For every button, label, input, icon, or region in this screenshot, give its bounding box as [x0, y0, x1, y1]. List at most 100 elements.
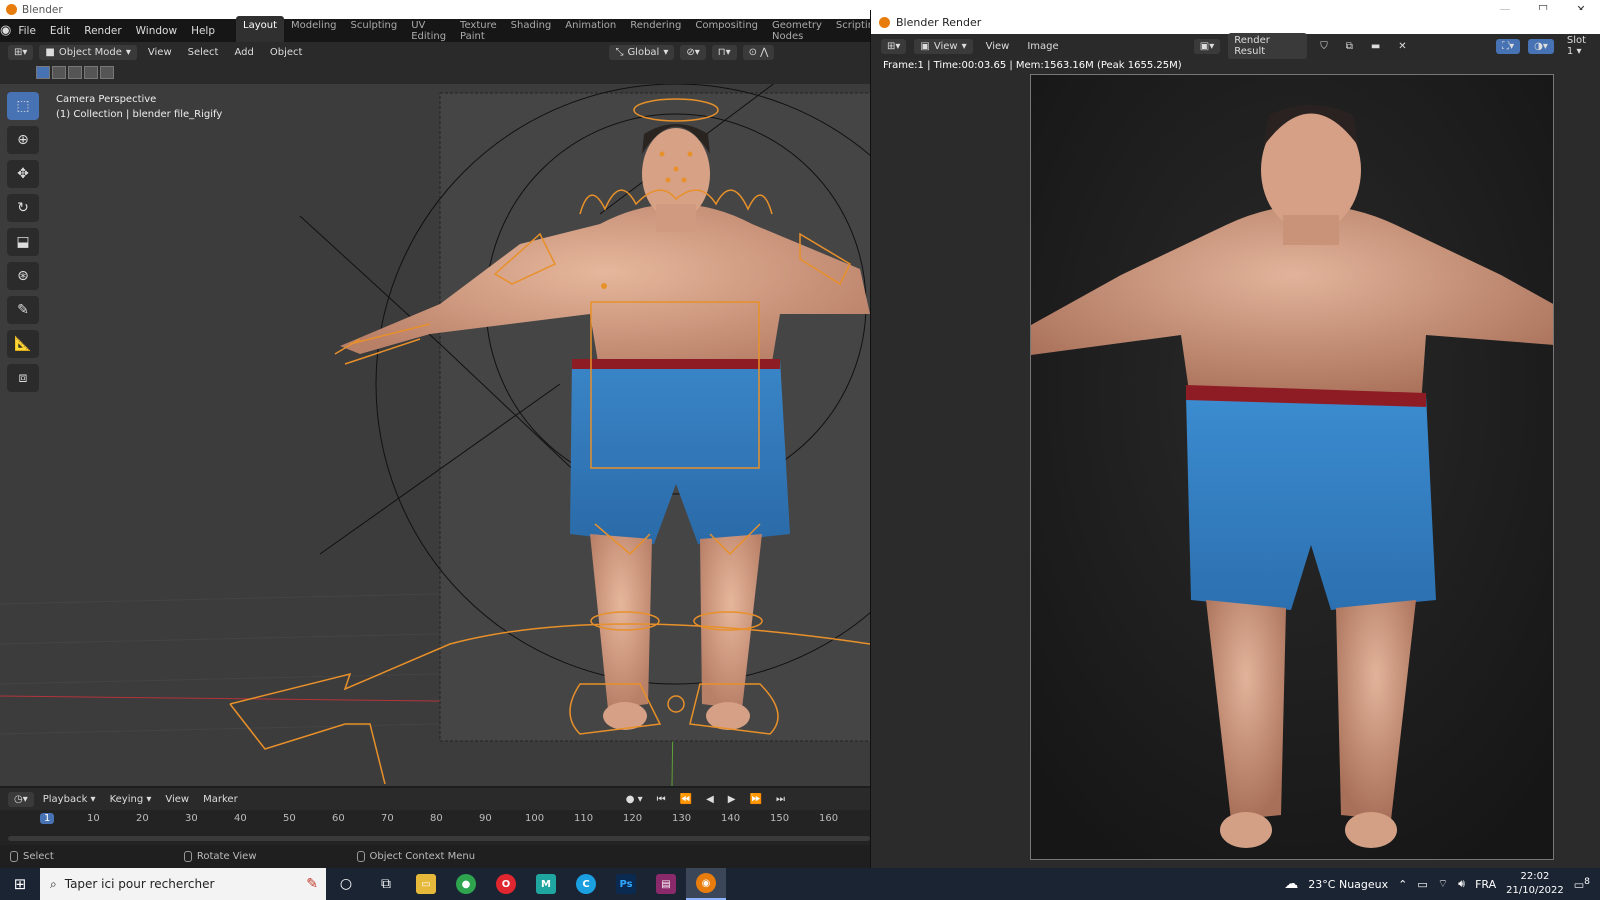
winrar-icon[interactable]: ▤	[646, 868, 686, 900]
record-icon[interactable]: ● ▾	[621, 794, 648, 805]
status-rotate: Rotate View	[183, 851, 257, 862]
jump-key-back-icon[interactable]: ⏪	[675, 794, 697, 805]
menu-help[interactable]: Help	[184, 25, 222, 37]
proportional-edit-icon[interactable]: ⊙ ⋀	[742, 44, 775, 60]
new-image-icon[interactable]: ⧉	[1341, 41, 1358, 52]
jump-end-icon[interactable]: ⏭	[771, 794, 790, 805]
select-invert-icon[interactable]	[84, 66, 98, 79]
taskbar-search[interactable]: ⌕ Taper ici pour rechercher ✎	[40, 868, 326, 900]
tab-geometry-nodes[interactable]: Geometry Nodes	[765, 16, 829, 46]
image-menu-image[interactable]: Image	[1022, 41, 1063, 52]
image-browse-icon[interactable]: ▣▾	[1193, 38, 1221, 54]
image-name-field[interactable]: Render Result	[1228, 33, 1308, 59]
jump-key-forward-icon[interactable]: ⏩	[744, 794, 766, 805]
opera-icon[interactable]: O	[486, 868, 526, 900]
photoshop-glyph: Ps	[616, 874, 636, 894]
tab-compositing[interactable]: Compositing	[688, 16, 765, 46]
jump-start-icon[interactable]: ⏮	[652, 794, 671, 805]
image-view-dropdown[interactable]: ▣ View ▾	[914, 38, 973, 54]
chrome-icon[interactable]: ●	[446, 868, 486, 900]
mouse-right-icon	[356, 851, 365, 862]
play-reverse-icon[interactable]: ◀	[701, 794, 719, 805]
current-frame-indicator[interactable]: 1	[40, 813, 55, 824]
m-app-icon[interactable]: M	[526, 868, 566, 900]
timeline-menu-playback[interactable]: Playback ▾	[38, 794, 101, 805]
blender-taskbar-icon[interactable]: ◉	[686, 868, 726, 900]
photoshop-icon[interactable]: Ps	[606, 868, 646, 900]
orientation-dropdown[interactable]: ⤡ Global ▾	[609, 44, 675, 60]
render-result-image[interactable]	[1030, 74, 1554, 860]
menu-window[interactable]: Window	[129, 25, 184, 37]
tab-texture-paint[interactable]: Texture Paint	[453, 16, 504, 46]
image-editor-type-icon[interactable]: ⊞▾	[881, 38, 907, 54]
timeline-menu-keying[interactable]: Keying ▾	[105, 794, 157, 805]
add-cube-tool-icon[interactable]: ⧈	[7, 364, 39, 392]
c-app-glyph: C	[576, 874, 596, 894]
viewport-menu-add[interactable]: Add	[229, 47, 258, 58]
cortana-icon[interactable]: ○	[326, 868, 366, 900]
frame-tick: 120	[623, 813, 643, 824]
blender-menu-icon[interactable]: ◉	[0, 23, 11, 38]
overlays-icon[interactable]: ◑▾	[1528, 38, 1554, 54]
tab-uv-editing[interactable]: UV Editing	[404, 16, 453, 46]
tab-animation[interactable]: Animation	[558, 16, 623, 46]
open-image-icon[interactable]: ▬	[1366, 41, 1385, 52]
timeline-ruler[interactable]: 1 10 20 30 40 50 60 70 80 90 100 110 120…	[0, 810, 870, 830]
image-editor-header: ⊞▾ ▣ View ▾ View Image ▣▾ Render Result ⛉…	[871, 33, 1600, 59]
meet-now-icon[interactable]: ▭	[1417, 878, 1427, 891]
viewport-menu-select[interactable]: Select	[183, 47, 224, 58]
tab-sculpting[interactable]: Sculpting	[344, 16, 405, 46]
image-menu-view[interactable]: View	[981, 41, 1015, 52]
select-subtract-icon[interactable]	[68, 66, 82, 79]
tab-modeling[interactable]: Modeling	[284, 16, 344, 46]
volume-icon[interactable]: 🔊︎	[1458, 877, 1465, 891]
fake-user-icon[interactable]: ⛉	[1315, 41, 1333, 52]
file-explorer-icon[interactable]: ▭	[406, 868, 446, 900]
viewport-menu-object[interactable]: Object	[265, 47, 308, 58]
unlink-image-icon[interactable]: ✕	[1393, 41, 1411, 52]
weather-text[interactable]: 23°C Nuageux	[1308, 878, 1388, 891]
windows-start-icon[interactable]: ⊞	[0, 868, 40, 900]
status-rotate-label: Rotate View	[196, 851, 257, 862]
timeline-editor-type-icon[interactable]: ◷▾	[8, 791, 34, 807]
cursor-tool-icon[interactable]: ⊕	[7, 126, 39, 154]
notification-icon[interactable]: ▭8	[1574, 876, 1590, 892]
select-intersect-icon[interactable]	[100, 66, 114, 79]
snap-icon[interactable]: ⊓▾	[711, 44, 737, 60]
transform-tool-icon[interactable]: ⊛	[7, 262, 39, 290]
clock[interactable]: 22:02 21/10/2022	[1506, 870, 1564, 898]
select-box-tool-icon[interactable]: ⬚	[7, 92, 39, 120]
timeline-scrollbar[interactable]	[8, 836, 870, 841]
pivot-icon[interactable]: ⊘▾	[680, 44, 706, 60]
editor-type-button[interactable]: ⊞▾	[8, 44, 34, 60]
c-app-icon[interactable]: C	[566, 868, 606, 900]
timeline-menu-view[interactable]: View	[160, 794, 194, 805]
3d-viewport[interactable]: Camera Perspective (1) Collection | blen…	[0, 84, 870, 786]
timeline-menu-marker[interactable]: Marker	[198, 794, 243, 805]
play-icon[interactable]: ▶	[723, 794, 741, 805]
tab-rendering[interactable]: Rendering	[623, 16, 688, 46]
viewport-menu-view[interactable]: View	[143, 47, 177, 58]
slot-dropdown[interactable]: Slot 1 ▾	[1562, 35, 1600, 57]
menu-render[interactable]: Render	[77, 25, 128, 37]
display-channels-icon[interactable]: ⛶▾	[1496, 38, 1521, 54]
menu-edit[interactable]: Edit	[43, 25, 77, 37]
move-tool-icon[interactable]: ✥	[7, 160, 39, 188]
menu-file[interactable]: File	[11, 25, 43, 37]
language-indicator[interactable]: FRA	[1475, 878, 1496, 891]
select-extend-icon[interactable]	[52, 66, 66, 79]
tray-expand-icon[interactable]: ⌃	[1398, 878, 1407, 891]
blender-logo-icon	[879, 16, 890, 28]
task-view-icon[interactable]: ⧉	[366, 868, 406, 900]
weather-icon[interactable]: ☁	[1284, 876, 1298, 892]
scale-tool-icon[interactable]: ⬓	[7, 228, 39, 256]
mode-dropdown[interactable]: ■ Object Mode ▾	[39, 44, 137, 60]
select-new-icon[interactable]	[36, 66, 50, 79]
measure-tool-icon[interactable]: 📐	[7, 330, 39, 358]
tab-layout[interactable]: Layout	[236, 15, 285, 46]
status-context: Object Context Menu	[356, 851, 475, 862]
annotate-tool-icon[interactable]: ✎	[7, 296, 39, 324]
rotate-tool-icon[interactable]: ↻	[7, 194, 39, 222]
network-icon[interactable]: ⌔	[1438, 877, 1448, 891]
tab-shading[interactable]: Shading	[504, 16, 559, 46]
